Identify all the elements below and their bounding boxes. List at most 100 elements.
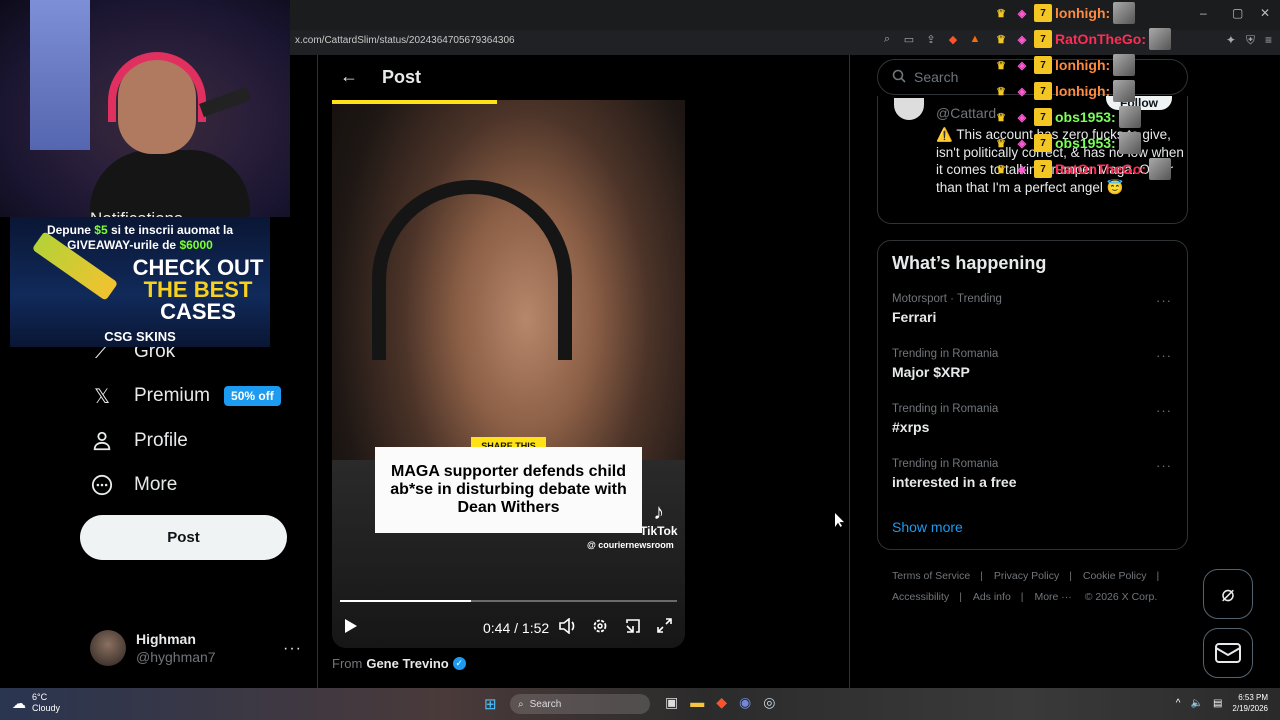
ad-text: si te inscrii auomat la <box>111 223 234 237</box>
footer-ads[interactable]: Ads info <box>973 591 1011 603</box>
zoom-icon[interactable]: ⌕ <box>880 33 894 46</box>
seventv-icon: 7 <box>1034 108 1052 126</box>
share-icon[interactable]: ⇪ <box>924 33 938 46</box>
clock[interactable]: 6:53 PM 2/19/2026 <box>1232 692 1268 714</box>
account-more-icon[interactable]: ··· <box>283 640 302 658</box>
messages-fab-button[interactable] <box>1203 628 1253 678</box>
badge-icon: ◈ <box>1017 7 1027 20</box>
crown-icon: ♛ <box>996 111 1006 124</box>
ad-text: GIVEAWAY-urile de <box>67 238 177 252</box>
brave-shields-icon[interactable]: ◆ <box>946 33 960 46</box>
profile-handle[interactable]: @Cattard <box>936 105 996 121</box>
brave-rewards-icon[interactable]: ▲ <box>968 33 982 46</box>
maximize-button[interactable]: ▢ <box>1232 6 1243 20</box>
chat-message: ♛ ◈ 7 lonhigh: <box>992 54 1136 76</box>
trend-more-icon[interactable]: ··· <box>1156 348 1172 363</box>
taskbar-search-label: Search <box>529 698 562 710</box>
windows-start-icon[interactable]: ⊞ <box>484 695 497 713</box>
chat-message: ♛ ◈ 7 obs1953: <box>992 106 1141 128</box>
footer-cookie[interactable]: Cookie Policy <box>1083 570 1147 582</box>
profile-icon <box>90 429 114 453</box>
crown-icon: ♛ <box>996 7 1006 20</box>
grok-fab-button[interactable]: ⌀ <box>1203 569 1253 619</box>
trend-item[interactable]: Motorsport · Trending Ferrari ··· <box>892 293 1182 325</box>
show-more-link[interactable]: Show more <box>892 519 963 535</box>
badge-icon: ◈ <box>1017 111 1027 124</box>
settings-gear-icon[interactable] <box>592 618 608 638</box>
trend-more-icon[interactable]: ··· <box>1156 293 1172 308</box>
chat-message: ♛ ◈ 7 RatOnTheGo: <box>992 158 1171 180</box>
discord-icon[interactable]: ◉ <box>739 694 751 711</box>
url-text[interactable]: x.com/CattardSlim/status/202436470567936… <box>295 35 515 46</box>
nav-more-label: More <box>134 474 178 495</box>
avatar[interactable] <box>894 98 924 120</box>
center-divider <box>849 55 850 688</box>
from-author[interactable]: Gene Trevino <box>366 656 448 671</box>
trend-name: Ferrari <box>892 309 937 325</box>
weather-widget[interactable]: ☁ 6°C Cloudy <box>12 692 60 714</box>
video-progress-fill <box>340 600 472 602</box>
network-icon[interactable]: ▤ <box>1213 698 1222 709</box>
footer-more[interactable]: More ··· <box>1034 591 1071 603</box>
footer-terms[interactable]: Terms of Service <box>892 570 970 582</box>
taskbar-search[interactable]: ⌕ Search <box>510 694 650 714</box>
video-progress-bar[interactable] <box>340 600 677 602</box>
video-player[interactable] <box>332 100 685 648</box>
trend-item[interactable]: Trending in Romania interested in a free… <box>892 458 1182 490</box>
extensions-icon[interactable]: ✦ <box>1226 33 1236 48</box>
nav-premium[interactable]: 𝕏 Premium 50% off <box>90 384 281 408</box>
ad-amount: $5 <box>94 223 108 237</box>
chevron-up-icon[interactable]: ^ <box>1176 698 1181 709</box>
picture-in-picture-icon[interactable] <box>625 618 641 638</box>
nav-more[interactable]: More <box>90 473 177 497</box>
toolbar-icons: ✦ ⛨ ≡ <box>1226 33 1272 48</box>
post-header: ← Post <box>318 55 848 100</box>
menu-icon[interactable]: ≡ <box>1265 33 1272 48</box>
ad-banner[interactable]: Depune $5 si te inscrii auomat la GIVEAW… <box>10 217 270 347</box>
vpn-icon[interactable]: ⛨ <box>1246 33 1255 48</box>
footer-links: Terms of Service | Privacy Policy | Cookie… <box>892 570 1160 603</box>
footer-accessibility[interactable]: Accessibility <box>892 591 949 603</box>
cast-icon[interactable]: ▭ <box>902 33 916 46</box>
chat-username: lonhigh: <box>1055 5 1111 21</box>
crown-icon: ♛ <box>996 137 1006 150</box>
mail-icon <box>1215 643 1241 663</box>
steam-icon[interactable]: ◎ <box>763 694 775 711</box>
badge-icon: ◈ <box>1017 163 1027 176</box>
volume-icon[interactable] <box>559 617 577 638</box>
trend-more-icon[interactable]: ··· <box>1156 458 1172 473</box>
seventv-icon: 7 <box>1034 160 1052 178</box>
account-switcher[interactable]: Highman @hyghman7 <box>90 630 216 666</box>
trend-item[interactable]: Trending in Romania #xrps ··· <box>892 403 1182 435</box>
video-time: 0:44 / 1:52 <box>483 620 550 636</box>
fullscreen-icon[interactable] <box>657 618 672 637</box>
post-button[interactable]: Post <box>80 515 287 560</box>
footer-privacy[interactable]: Privacy Policy <box>994 570 1059 582</box>
play-icon[interactable] <box>344 618 358 638</box>
grok-icon: ⌀ <box>1221 581 1235 606</box>
taskbar-apps: ▣ ▬ ◆ ◉ ◎ <box>665 694 775 711</box>
task-view-icon[interactable]: ▣ <box>665 694 678 711</box>
brave-browser-icon[interactable]: ◆ <box>716 694 727 711</box>
premium-discount-badge: 50% off <box>224 386 281 406</box>
emote-icon <box>1113 54 1136 76</box>
minimize-button[interactable]: – <box>1200 6 1207 20</box>
video-frame-headset <box>372 180 572 360</box>
nav-profile[interactable]: Profile <box>90 429 188 453</box>
ad-big-line: CASES <box>160 299 236 324</box>
trend-item[interactable]: Trending in Romania Major $XRP ··· <box>892 348 1182 380</box>
speaker-icon[interactable]: 🔈 <box>1191 698 1203 709</box>
account-name: Highman <box>136 631 196 647</box>
page-title: Post <box>382 67 422 87</box>
address-bar-icons: ⌕ ▭ ⇪ ◆ ▲ <box>880 33 982 46</box>
trend-more-icon[interactable]: ··· <box>1156 403 1172 418</box>
back-arrow-icon[interactable]: ← <box>340 66 358 87</box>
x-logo-icon: 𝕏 <box>93 385 111 408</box>
trends-panel: What’s happening Motorsport · Trending F… <box>877 240 1188 550</box>
file-explorer-icon[interactable]: ▬ <box>690 694 704 711</box>
seventv-icon: 7 <box>1034 4 1052 22</box>
video-top-bar <box>332 100 497 104</box>
crown-icon: ♛ <box>996 33 1006 46</box>
close-button[interactable]: ✕ <box>1260 6 1270 20</box>
emote-icon <box>1113 2 1136 24</box>
